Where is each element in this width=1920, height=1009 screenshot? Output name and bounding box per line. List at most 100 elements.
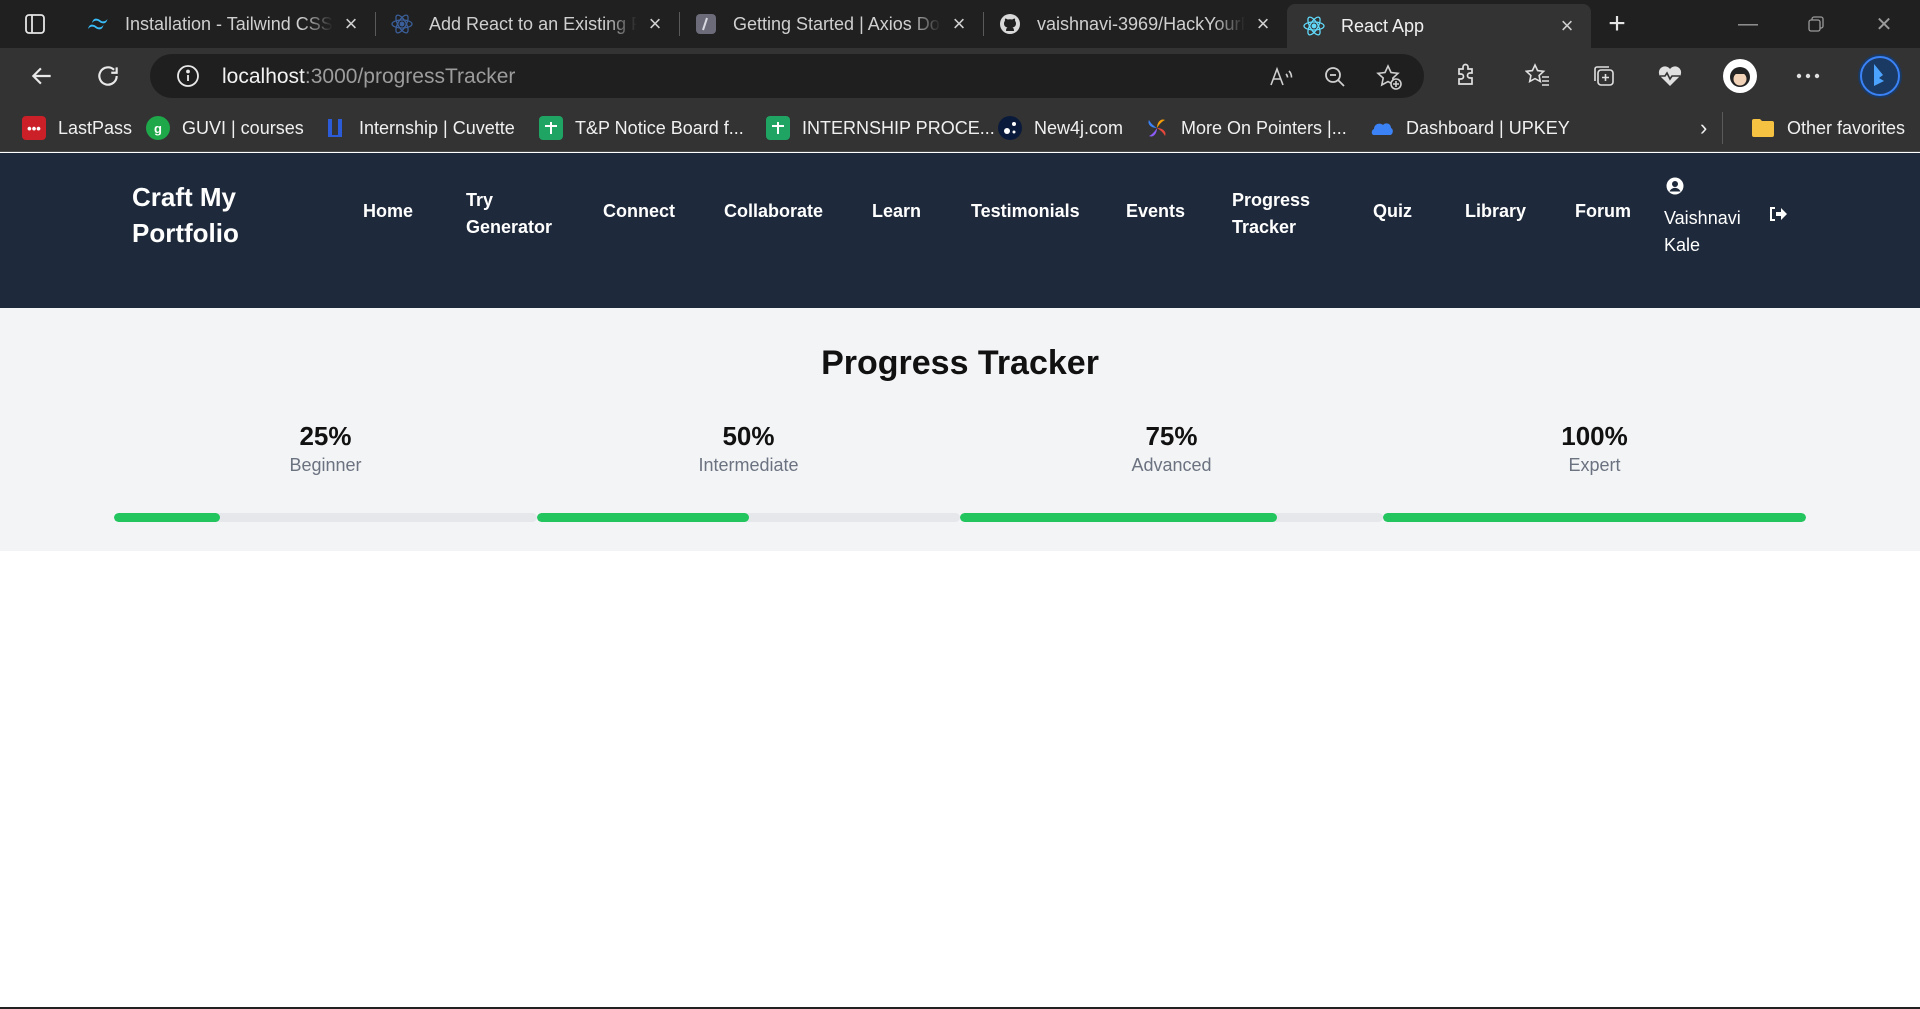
progress-stage-expert: 100% Expert: [1383, 421, 1806, 522]
bookmark-item[interactable]: g GUVI | courses: [146, 114, 304, 142]
nav-quiz[interactable]: Quiz: [1373, 198, 1412, 225]
progress-fill: [114, 513, 220, 522]
url-path: :3000/progressTracker: [304, 65, 516, 88]
guvi-icon: g: [146, 116, 170, 140]
progress-bar: [114, 513, 537, 522]
tab-title: Getting Started | Axios Docs: [733, 13, 941, 34]
stage-percent: 50%: [722, 421, 775, 451]
bookmark-item[interactable]: T&P Notice Board f...: [539, 114, 744, 142]
bookmark-label: Internship | Cuvette: [359, 117, 515, 138]
logout-icon[interactable]: [1768, 205, 1790, 225]
bookmark-label: New4j.com: [1034, 117, 1124, 138]
close-window-icon[interactable]: ✕: [1850, 0, 1918, 48]
new-tab-icon[interactable]: +: [1599, 6, 1635, 42]
bookmarks-overflow-chevron-icon[interactable]: ›: [1700, 114, 1707, 142]
close-tab-icon[interactable]: ×: [947, 11, 971, 36]
nav-testimonials[interactable]: Testimonials: [971, 198, 1080, 225]
browser-tab[interactable]: Add React to an Existing Project ×: [375, 0, 679, 48]
favorites-icon[interactable]: [1520, 58, 1556, 94]
brand-logo[interactable]: Craft My Portfolio: [132, 179, 292, 251]
browser-tab[interactable]: vaishnavi-3969/HackYourPortfolio ×: [983, 0, 1287, 48]
progress-fill: [537, 513, 749, 522]
stage-percent: 75%: [1145, 421, 1198, 451]
tailwind-icon: [87, 13, 109, 35]
reload-icon[interactable]: [90, 58, 126, 94]
tab-actions-icon[interactable]: [17, 6, 53, 42]
sheets-icon: [766, 116, 790, 140]
user-icon: [1666, 177, 1684, 195]
folder-icon: [1751, 116, 1775, 140]
app-navbar: Craft My Portfolio Home Try Generator Co…: [0, 153, 1920, 308]
browser-tab-active[interactable]: React App ×: [1287, 4, 1591, 48]
address-bar[interactable]: localhost:3000/progressTracker: [150, 54, 1424, 98]
sheets-icon: [539, 116, 563, 140]
lastpass-icon: •••: [22, 116, 46, 140]
browser-tab[interactable]: Installation - Tailwind CSS ×: [71, 0, 375, 48]
stage-label: Intermediate: [698, 455, 799, 475]
collections-icon[interactable]: [1586, 58, 1622, 94]
progress-bar: [537, 513, 960, 522]
bookmarks-bar: ••• LastPass g GUVI | courses Internship…: [0, 104, 1920, 152]
bookmark-item[interactable]: More On Pointers |...: [1145, 114, 1347, 142]
read-aloud-icon[interactable]: [1268, 64, 1294, 90]
nav-connect[interactable]: Connect: [603, 198, 675, 225]
browser-tab[interactable]: Getting Started | Axios Docs ×: [679, 0, 983, 48]
add-favorite-icon[interactable]: [1376, 64, 1402, 90]
user-profile[interactable]: Vaishnavi Kale: [1664, 177, 1760, 259]
minimize-icon[interactable]: —: [1714, 0, 1782, 48]
bookmark-label: Dashboard | UPKEY: [1406, 117, 1570, 138]
react-icon: [1303, 15, 1325, 37]
progress-tracker-section: Progress Tracker 25% Beginner 50% Interm…: [0, 308, 1920, 551]
url-host: localhost: [222, 65, 305, 88]
stage-percent: 100%: [1561, 421, 1628, 451]
bing-copilot-icon[interactable]: [1856, 52, 1904, 100]
tab-title: Add React to an Existing Project: [429, 13, 637, 34]
bookmark-item[interactable]: Dashboard | UPKEY: [1370, 114, 1570, 142]
nav-progress-tracker[interactable]: Progress Tracker: [1232, 187, 1322, 241]
zoom-out-icon[interactable]: [1322, 64, 1348, 90]
progress-bar: [1383, 513, 1806, 522]
address-toolbar: localhost:3000/progressTracker: [0, 48, 1920, 104]
progress-fill: [1383, 513, 1806, 522]
nav-collaborate[interactable]: Collaborate: [724, 198, 823, 225]
stage-label: Beginner: [289, 455, 362, 475]
user-name: Vaishnavi Kale: [1664, 208, 1741, 255]
more-menu-icon[interactable]: [1790, 58, 1826, 94]
extensions-icon[interactable]: [1448, 58, 1484, 94]
profile-avatar-icon[interactable]: [1722, 58, 1758, 94]
bookmarks-divider: [1722, 112, 1723, 144]
tab-title: Installation - Tailwind CSS: [125, 13, 333, 34]
bookmark-label: GUVI | courses: [182, 117, 304, 138]
close-tab-icon[interactable]: ×: [1555, 13, 1579, 38]
close-tab-icon[interactable]: ×: [1251, 11, 1275, 36]
bookmark-item[interactable]: INTERNSHIP PROCE...: [766, 114, 995, 142]
nav-forum[interactable]: Forum: [1575, 198, 1631, 225]
upkey-icon: [1370, 116, 1394, 140]
bookmark-label: INTERNSHIP PROCE...: [802, 117, 995, 138]
nav-learn[interactable]: Learn: [872, 198, 921, 225]
progress-stage-advanced: 75% Advanced: [960, 421, 1383, 522]
health-icon[interactable]: [1652, 58, 1688, 94]
close-tab-icon[interactable]: ×: [643, 11, 667, 36]
back-icon[interactable]: [24, 58, 60, 94]
github-icon: [999, 13, 1021, 35]
restore-icon[interactable]: [1782, 0, 1850, 48]
cuvette-icon: [323, 116, 347, 140]
nav-home[interactable]: Home: [363, 198, 413, 225]
site-info-icon[interactable]: [176, 64, 200, 88]
bookmark-item[interactable]: New4j.com: [998, 114, 1123, 142]
progress-stage-beginner: 25% Beginner: [114, 421, 537, 522]
axios-icon: [695, 13, 717, 35]
nav-events[interactable]: Events: [1126, 198, 1185, 225]
progress-bar: [960, 513, 1383, 522]
tab-title: React App: [1341, 15, 1425, 36]
bookmark-label: T&P Notice Board f...: [575, 117, 744, 138]
bookmark-item[interactable]: ••• LastPass: [22, 114, 132, 142]
nav-try-generator[interactable]: Try Generator: [466, 187, 562, 241]
pinwheel-icon: [1145, 116, 1169, 140]
bookmark-item[interactable]: Internship | Cuvette: [323, 114, 515, 142]
url-text: localhost:3000/progressTracker: [222, 65, 515, 89]
close-tab-icon[interactable]: ×: [339, 11, 363, 36]
nav-library[interactable]: Library: [1465, 198, 1526, 225]
other-favorites[interactable]: Other favorites: [1751, 114, 1905, 142]
